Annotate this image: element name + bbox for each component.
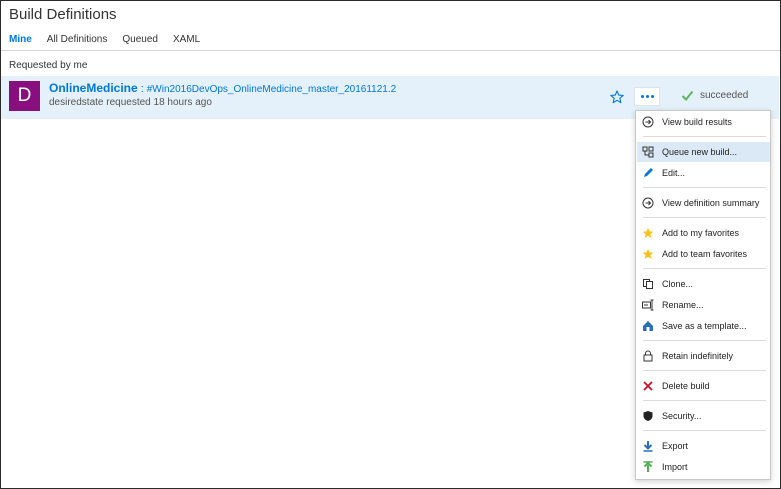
- menu-item-rename[interactable]: Rename...: [637, 295, 770, 315]
- menu-item-label: Save as a template...: [662, 321, 747, 331]
- menu-divider: [643, 400, 766, 401]
- export-arrow-icon: [642, 440, 654, 452]
- menu-divider: [643, 430, 766, 431]
- menu-item-save-as-template[interactable]: Save as a template...: [637, 316, 770, 336]
- menu-item-label: Delete build: [662, 381, 710, 391]
- section-heading: Requested by me: [9, 60, 88, 71]
- menu-item-export[interactable]: Export: [637, 436, 770, 456]
- menu-divider: [643, 370, 766, 371]
- menu-item-clone[interactable]: Clone...: [637, 274, 770, 294]
- tab-bar: Mine All Definitions Queued XAML: [9, 34, 215, 45]
- menu-item-label: Clone...: [662, 279, 694, 289]
- delete-x-icon: [642, 380, 654, 392]
- menu-item-add-to-team-favorites[interactable]: Add to team favorites: [637, 244, 770, 264]
- menu-item-label: Security...: [662, 411, 702, 421]
- menu-item-label: Export: [662, 441, 689, 451]
- definition-separator: :: [140, 83, 144, 95]
- lock-icon: [642, 350, 654, 362]
- menu-item-security[interactable]: Security...: [637, 406, 770, 426]
- menu-item-import[interactable]: Import: [637, 457, 770, 477]
- tab-all-definitions[interactable]: All Definitions: [47, 34, 108, 45]
- star-icon: [642, 227, 654, 239]
- queue-build-icon: [642, 146, 654, 158]
- pencil-icon: [642, 167, 654, 179]
- menu-divider: [643, 187, 766, 188]
- menu-item-label: Queue new build...: [662, 147, 738, 157]
- favorite-star-icon[interactable]: [610, 90, 624, 104]
- page-title: Build Definitions: [9, 6, 117, 23]
- menu-divider: [643, 217, 766, 218]
- star-icon: [642, 248, 654, 260]
- menu-item-label: Retain indefinitely: [662, 351, 734, 361]
- arrow-circle-icon: [642, 197, 654, 209]
- menu-item-queue-new-build[interactable]: Queue new build...: [637, 142, 770, 162]
- ellipsis-icon: [640, 95, 654, 98]
- template-icon: [642, 320, 654, 332]
- rename-icon: [642, 299, 654, 311]
- tabs-divider: [1, 50, 780, 51]
- menu-divider: [643, 340, 766, 341]
- import-arrow-icon: [642, 461, 654, 473]
- tab-queued[interactable]: Queued: [122, 34, 158, 45]
- requested-by-text: desiredstate requested 18 hours ago: [49, 97, 212, 108]
- shield-icon: [642, 410, 654, 422]
- menu-item-edit[interactable]: Edit...: [637, 163, 770, 183]
- menu-item-label: Add to team favorites: [662, 249, 748, 259]
- menu-item-view-definition-summary[interactable]: View definition summary: [637, 193, 770, 213]
- status-badge: succeeded: [681, 89, 748, 102]
- menu-item-label: Import: [662, 462, 688, 472]
- menu-item-label: Add to my favorites: [662, 228, 740, 238]
- tab-xaml[interactable]: XAML: [173, 34, 200, 45]
- check-icon: [681, 90, 694, 101]
- avatar: D: [9, 81, 40, 111]
- arrow-circle-icon: [642, 116, 654, 128]
- menu-divider: [643, 268, 766, 269]
- tab-mine[interactable]: Mine: [9, 34, 32, 45]
- context-menu: View build results Queue new build... Ed…: [635, 110, 771, 480]
- copy-icon: [642, 278, 654, 290]
- definition-name-link[interactable]: OnlineMedicine: [49, 81, 138, 95]
- definition-line: OnlineMedicine : #Win2016DevOps_OnlineMe…: [49, 81, 396, 95]
- more-actions-button[interactable]: [634, 87, 660, 106]
- build-number-link[interactable]: #Win2016DevOps_OnlineMedicine_master_201…: [147, 84, 396, 95]
- menu-item-retain-indefinitely[interactable]: Retain indefinitely: [637, 346, 770, 366]
- menu-item-label: View definition summary: [662, 198, 760, 208]
- menu-divider: [643, 136, 766, 137]
- menu-item-add-to-my-favorites[interactable]: Add to my favorites: [637, 223, 770, 243]
- menu-item-label: Edit...: [662, 168, 686, 178]
- menu-item-label: View build results: [662, 117, 732, 127]
- menu-item-delete-build[interactable]: Delete build: [637, 376, 770, 396]
- menu-item-view-build-results[interactable]: View build results: [637, 112, 770, 132]
- menu-item-label: Rename...: [662, 300, 704, 310]
- status-text: succeeded: [700, 90, 749, 101]
